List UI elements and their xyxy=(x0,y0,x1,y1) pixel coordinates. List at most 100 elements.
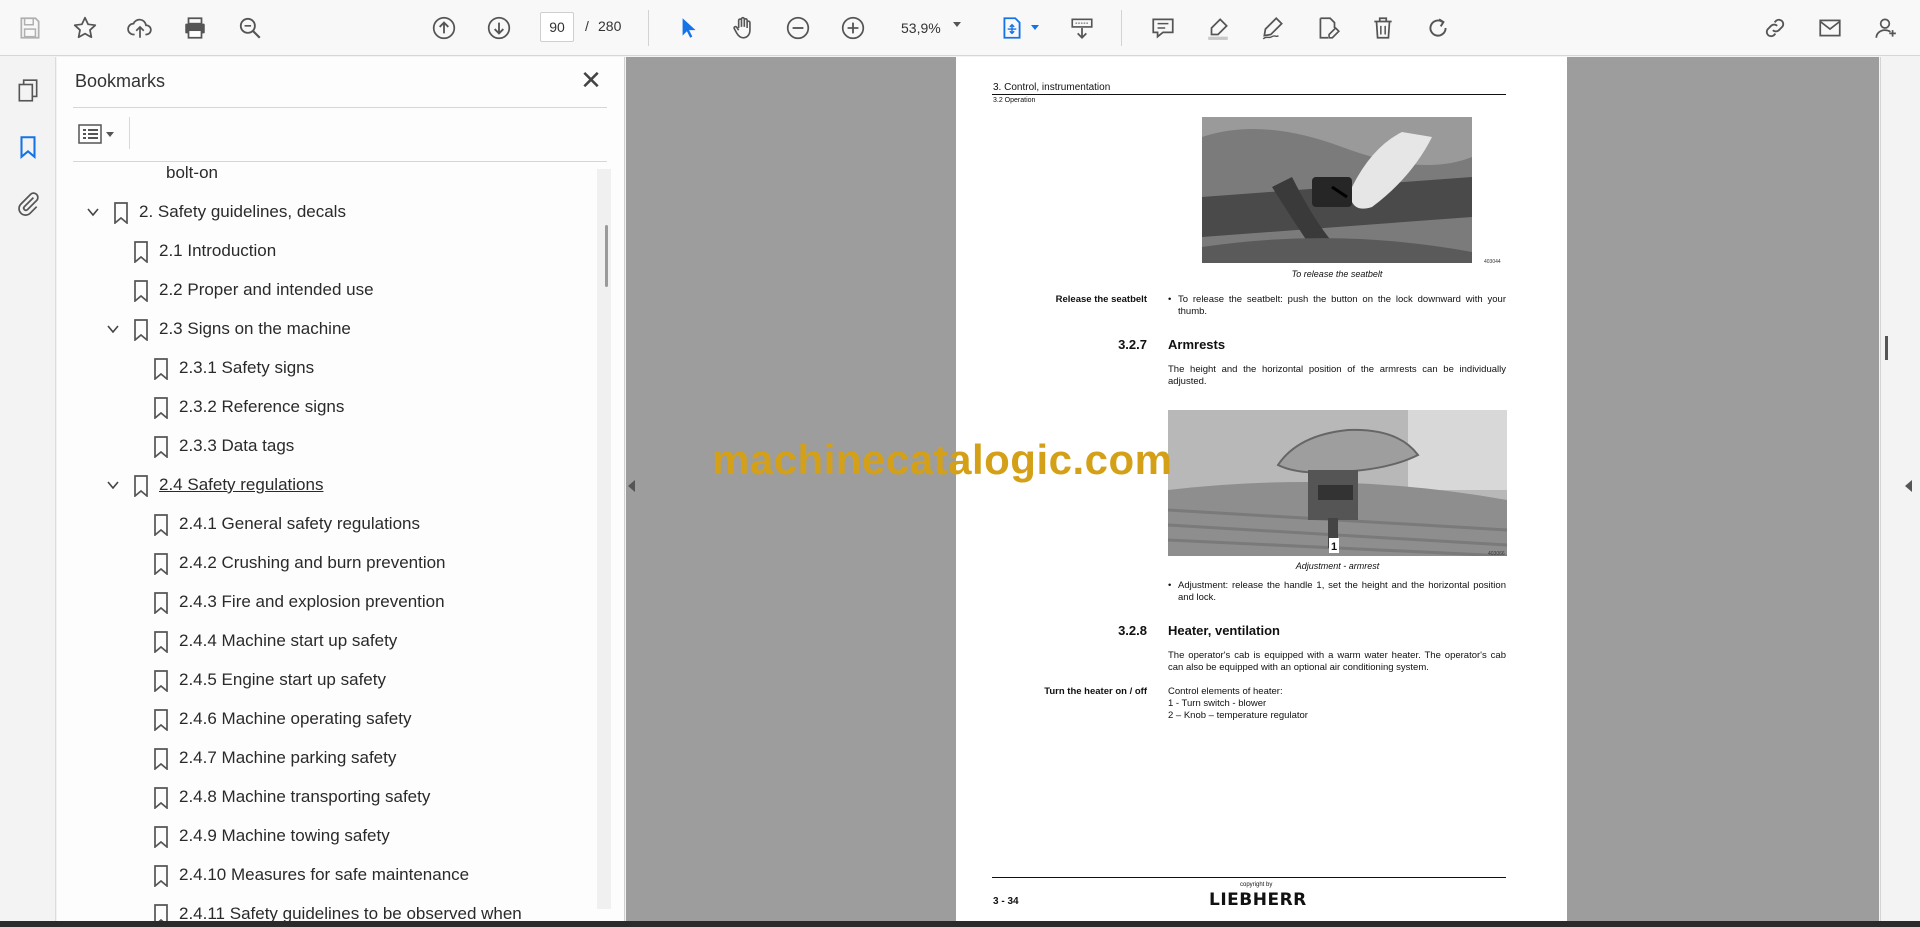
divider xyxy=(73,107,607,108)
bookmark-icon xyxy=(154,631,168,653)
bookmark-icon xyxy=(154,709,168,731)
heater-text: The operator's cab is equipped with a wa… xyxy=(1168,650,1506,673)
bookmark-options-button[interactable] xyxy=(77,119,127,149)
save-icon[interactable] xyxy=(14,12,46,44)
zoom-level-select[interactable]: 53,9% xyxy=(890,12,975,42)
heater-on-off-label: Turn the heater on / off xyxy=(1044,686,1147,697)
star-icon[interactable] xyxy=(69,12,101,44)
comment-icon[interactable] xyxy=(1147,12,1179,44)
bookmark-item[interactable]: bolt-on xyxy=(73,163,593,193)
bookmark-label: 2.3.1 Safety signs xyxy=(179,358,315,377)
bookmark-icon xyxy=(154,553,168,575)
account-icon[interactable] xyxy=(1869,12,1901,44)
close-icon[interactable]: ✕ xyxy=(577,67,605,95)
bookmark-item[interactable]: 2.3.1 Safety signs xyxy=(73,349,593,388)
bookmark-icon xyxy=(154,592,168,614)
bookmark-item[interactable]: 2.4.6 Machine operating safety xyxy=(73,700,593,739)
bookmark-item[interactable]: 2.4.8 Machine transporting safety xyxy=(73,778,593,817)
rotate-icon[interactable] xyxy=(1422,12,1454,44)
upload-icon[interactable] xyxy=(124,12,156,44)
chevron-down-icon[interactable] xyxy=(85,204,101,220)
page-total: 280 xyxy=(598,18,622,34)
bookmarks-scrollbar-thumb[interactable] xyxy=(605,225,608,287)
bookmark-label: 2.4.8 Machine transporting safety xyxy=(179,787,431,806)
armrests-text: The height and the horizontal position o… xyxy=(1168,364,1506,387)
bookmark-item[interactable]: 2.4 Safety regulations xyxy=(73,466,593,505)
chevron-down-icon[interactable] xyxy=(953,22,961,27)
attachments-icon[interactable] xyxy=(12,187,44,219)
heater-line-3: 2 – Knob – temperature regulator xyxy=(1168,710,1308,721)
pdf-page: 3. Control, instrumentation 3.2 Operatio… xyxy=(956,57,1567,921)
bookmark-label: 2.4.6 Machine operating safety xyxy=(179,709,412,728)
bookmark-icon xyxy=(154,904,168,921)
bookmark-item[interactable]: 2.4.11 Safety guidelines to be observed … xyxy=(73,895,593,921)
figure-id: 403044 xyxy=(1484,259,1501,265)
bookmark-item[interactable]: 2.2 Proper and intended use xyxy=(73,271,593,310)
viewer-scrollbar-thumb[interactable] xyxy=(1885,336,1888,360)
right-panel-strip xyxy=(1880,57,1920,921)
bookmark-label: 2.4.1 General safety regulations xyxy=(179,514,420,533)
print-icon[interactable] xyxy=(179,12,211,44)
collapse-left-panel-icon[interactable] xyxy=(628,480,635,492)
scroll-mode-icon[interactable] xyxy=(1066,12,1098,44)
figure-caption: To release the seatbelt xyxy=(1291,269,1383,279)
bookmark-label: bolt-on xyxy=(166,163,218,182)
fit-page-caret-icon[interactable] xyxy=(1031,25,1039,30)
bookmark-icon xyxy=(154,748,168,770)
bookmark-item[interactable]: 2.4.10 Measures for safe maintenance xyxy=(73,856,593,895)
bookmark-item[interactable]: 2.1 Introduction xyxy=(73,232,593,271)
bookmarks-scrollbar-track[interactable] xyxy=(597,169,611,909)
bookmark-icon xyxy=(154,670,168,692)
highlight-icon[interactable] xyxy=(1202,12,1234,44)
expand-right-panel-icon[interactable] xyxy=(1905,480,1912,492)
page-number-input[interactable]: 90 xyxy=(540,12,574,42)
bookmark-label: 2.3 Signs on the machine xyxy=(159,319,351,338)
bullet-marker: • xyxy=(1168,294,1172,305)
liebherr-logo: LIEBHERR xyxy=(1209,890,1307,910)
seatbelt-photo xyxy=(1202,117,1472,263)
bookmark-item[interactable]: 2.4.4 Machine start up safety xyxy=(73,622,593,661)
bookmark-item[interactable]: 2.4.1 General safety regulations xyxy=(73,505,593,544)
footer-copyright: copyright by xyxy=(1240,882,1273,888)
bookmark-item[interactable]: 2.4.5 Engine start up safety xyxy=(73,661,593,700)
bookmark-icon xyxy=(134,475,148,497)
bookmark-label: 2. Safety guidelines, decals xyxy=(139,202,346,221)
section-number: 3.2.7 xyxy=(1118,337,1147,352)
bookmark-tree: bolt-on 2. Safety guidelines, decals 2.1 I… xyxy=(73,163,593,921)
bookmark-item[interactable]: 2.3.2 Reference signs xyxy=(73,388,593,427)
chevron-down-icon[interactable] xyxy=(105,321,121,337)
figure-id: 403066 xyxy=(1488,551,1505,557)
section-number: 3.2.8 xyxy=(1118,623,1147,638)
bookmark-item[interactable]: 2.4.2 Crushing and burn prevention xyxy=(73,544,593,583)
bookmark-item[interactable]: 2.4.7 Machine parking safety xyxy=(73,739,593,778)
bookmark-item[interactable]: 2.3.3 Data tags xyxy=(73,427,593,466)
left-navigation-rail xyxy=(0,57,56,921)
page-header-subtitle: 3.2 Operation xyxy=(993,97,1036,104)
taskbar-edge xyxy=(0,921,1920,927)
delete-icon[interactable] xyxy=(1367,12,1399,44)
bookmark-item[interactable]: 2.4.9 Machine towing safety xyxy=(73,817,593,856)
page-down-icon[interactable] xyxy=(483,12,515,44)
zoom-search-icon[interactable] xyxy=(234,12,266,44)
select-arrow-icon[interactable] xyxy=(672,12,704,44)
edit-page-icon[interactable] xyxy=(1312,12,1344,44)
chevron-down-icon[interactable] xyxy=(105,477,121,493)
page-header-title: 3. Control, instrumentation xyxy=(993,82,1111,93)
bookmark-icon xyxy=(114,202,128,224)
zoom-out-icon[interactable] xyxy=(782,12,814,44)
bookmark-item[interactable]: 2.4.3 Fire and explosion prevention xyxy=(73,583,593,622)
list-options-icon xyxy=(78,124,114,144)
main-toolbar: 90 / 280 53,9% xyxy=(0,0,1920,56)
bookmark-item[interactable]: 2. Safety guidelines, decals xyxy=(73,193,593,232)
zoom-in-icon[interactable] xyxy=(837,12,869,44)
page-up-icon[interactable] xyxy=(428,12,460,44)
hand-icon[interactable] xyxy=(727,12,759,44)
share-link-icon[interactable] xyxy=(1759,12,1791,44)
mail-icon[interactable] xyxy=(1814,12,1846,44)
fit-page-icon[interactable] xyxy=(996,12,1028,44)
section-title: Heater, ventilation xyxy=(1168,623,1280,638)
bookmark-item[interactable]: 2.3 Signs on the machine xyxy=(73,310,593,349)
page-thumbnails-icon[interactable] xyxy=(12,75,44,107)
sign-icon[interactable] xyxy=(1257,12,1289,44)
bookmarks-icon[interactable] xyxy=(12,131,44,163)
